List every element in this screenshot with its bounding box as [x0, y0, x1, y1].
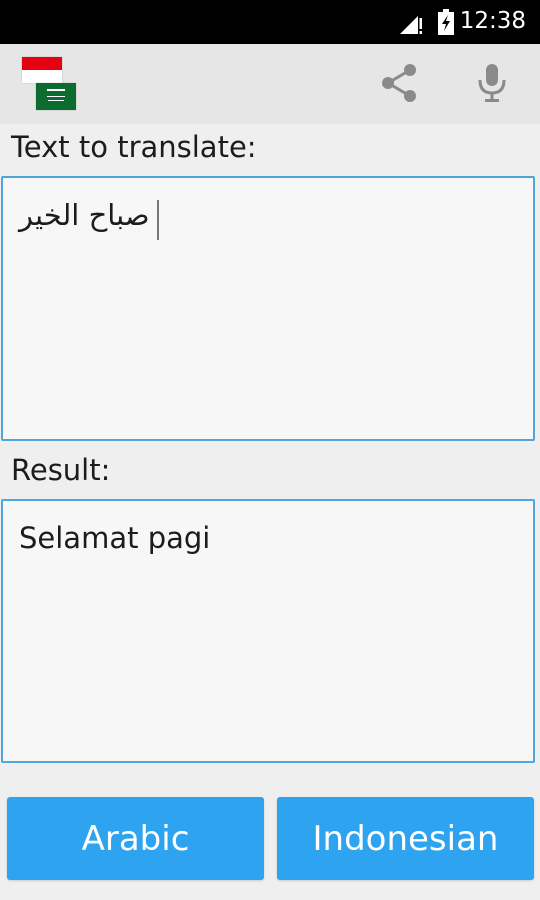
share-icon[interactable] [378, 62, 420, 104]
target-language-button[interactable]: Indonesian [277, 797, 534, 880]
microphone-icon[interactable] [474, 62, 510, 104]
text-cursor [157, 200, 159, 240]
action-bar [0, 44, 540, 124]
source-language-button[interactable]: Arabic [7, 797, 264, 880]
status-clock: 12:38 [459, 8, 526, 34]
saudi-arabia-flag-icon[interactable] [36, 83, 76, 110]
result-label: Result: [11, 453, 111, 487]
indonesia-flag-icon[interactable] [22, 57, 62, 83]
source-text: صباح الخير [19, 198, 150, 232]
signal-icon [400, 16, 422, 34]
status-bar: 12:38 [0, 0, 540, 44]
source-label: Text to translate: [11, 130, 257, 164]
battery-charging-icon [438, 9, 454, 35]
source-text-field[interactable]: صباح الخير [1, 176, 535, 441]
result-text: Selamat pagi [19, 521, 211, 555]
result-text-field[interactable]: Selamat pagi [1, 499, 535, 763]
